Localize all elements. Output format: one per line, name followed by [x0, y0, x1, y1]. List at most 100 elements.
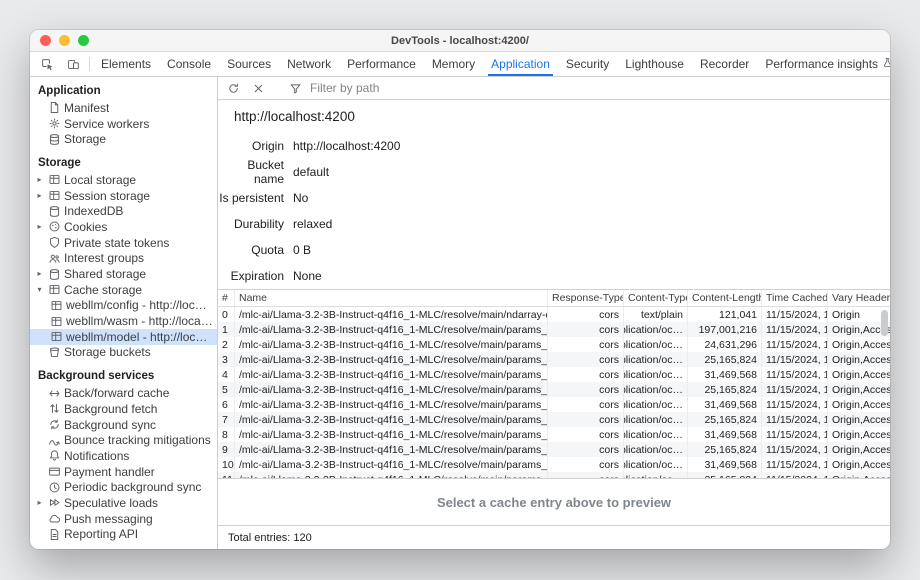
- sidebar-item-bounce-tracking-mitigations[interactable]: Bounce tracking mitigations: [30, 432, 217, 448]
- devtools-window: DevTools - localhost:4200/ Elements Cons…: [30, 30, 890, 549]
- sidebar-item-periodic-background-sync[interactable]: Periodic background sync: [30, 479, 217, 495]
- sidebar-item-reporting-api[interactable]: Reporting API: [30, 527, 217, 543]
- clear-icon[interactable]: [248, 82, 268, 95]
- section-title-background-services: Background services: [30, 365, 217, 385]
- cell-time-cached: 11/15/2024, 10…: [762, 457, 828, 472]
- people-icon: [47, 251, 61, 265]
- cache-entry-row[interactable]: 1 /mlc-ai/Llama-3.2-3B-Instruct-q4f16_1-…: [218, 322, 890, 337]
- column-header-response-type[interactable]: Response-Type: [548, 290, 624, 306]
- filter-funnel-icon: [285, 82, 305, 95]
- device-toolbar-icon[interactable]: [60, 52, 86, 76]
- filter-by-path-input[interactable]: [310, 81, 530, 95]
- tab-performance-insights[interactable]: Performance insights: [757, 52, 890, 76]
- tab-security[interactable]: Security: [558, 52, 617, 76]
- vertical-scrollbar[interactable]: [880, 308, 889, 477]
- chevron-right-icon[interactable]: [35, 499, 44, 507]
- tab-elements[interactable]: Elements: [93, 52, 159, 76]
- sidebar-item-cache-webllm-wasm[interactable]: webllm/wasm - http://loca…: [30, 313, 217, 329]
- tab-application[interactable]: Application: [483, 52, 558, 76]
- tab-recorder[interactable]: Recorder: [692, 52, 757, 76]
- cell-content-type: application/oc…: [624, 472, 688, 478]
- cache-entry-row[interactable]: 10 /mlc-ai/Llama-3.2-3B-Instruct-q4f16_1…: [218, 457, 890, 472]
- sidebar-item-payment-handler[interactable]: Payment handler: [30, 464, 217, 480]
- column-header-time-cached[interactable]: Time Cached: [762, 290, 828, 306]
- cell-index: 2: [218, 337, 235, 352]
- tab-console[interactable]: Console: [159, 52, 219, 76]
- sidebar-item-cookies[interactable]: Cookies: [30, 219, 217, 235]
- zoom-window-button[interactable]: [78, 35, 89, 46]
- cache-entry-row[interactable]: 7 /mlc-ai/Llama-3.2-3B-Instruct-q4f16_1-…: [218, 412, 890, 427]
- column-header-content-length[interactable]: Content-Length: [688, 290, 762, 306]
- cache-toolbar: [218, 77, 890, 100]
- cell-content-length: 24,631,296: [688, 337, 762, 352]
- column-header-vary-header[interactable]: Vary Header: [828, 290, 890, 306]
- detail-row-expiration: Expiration None: [218, 263, 890, 289]
- column-header-content-type[interactable]: Content-Type: [624, 290, 688, 306]
- sidebar-item-local-storage[interactable]: Local storage: [30, 172, 217, 188]
- sidebar-item-background-fetch[interactable]: Background fetch: [30, 401, 217, 417]
- sidebar-item-background-sync[interactable]: Background sync: [30, 417, 217, 433]
- sidebar-item-manifest[interactable]: Manifest: [30, 100, 217, 116]
- tab-lighthouse[interactable]: Lighthouse: [617, 52, 692, 76]
- sidebar-item-storage-buckets[interactable]: Storage buckets: [30, 345, 217, 361]
- cache-entry-row[interactable]: 3 /mlc-ai/Llama-3.2-3B-Instruct-q4f16_1-…: [218, 352, 890, 367]
- cell-time-cached: 11/15/2024, 10…: [762, 352, 828, 367]
- cache-entry-row[interactable]: 5 /mlc-ai/Llama-3.2-3B-Instruct-q4f16_1-…: [218, 382, 890, 397]
- sidebar-item-back-forward-cache[interactable]: Back/forward cache: [30, 385, 217, 401]
- bounce-arrow-icon: [47, 433, 61, 447]
- devtools-tabbar: Elements Console Sources Network Perform…: [30, 52, 890, 77]
- sidebar-item-cache-webllm-model[interactable]: webllm/model - http://loc…: [30, 329, 217, 345]
- cell-name: /mlc-ai/Llama-3.2-3B-Instruct-q4f16_1-ML…: [235, 307, 548, 322]
- cache-entry-row[interactable]: 11 /mlc-ai/Llama-3.2-3B-Instruct-q4f16_1…: [218, 472, 890, 478]
- sidebar-item-cache-webllm-config[interactable]: webllm/config - http://loc…: [30, 298, 217, 314]
- cell-content-type: application/oc…: [624, 397, 688, 412]
- inspect-element-icon[interactable]: [34, 52, 60, 76]
- cache-entry-row[interactable]: 0 /mlc-ai/Llama-3.2-3B-Instruct-q4f16_1-…: [218, 307, 890, 322]
- scrollbar-thumb[interactable]: [881, 310, 888, 336]
- section-title-application: Application: [30, 80, 217, 100]
- tab-memory[interactable]: Memory: [424, 52, 483, 76]
- cell-content-type: application/oc…: [624, 427, 688, 442]
- chevron-right-icon[interactable]: [35, 223, 44, 231]
- sidebar-item-shared-storage[interactable]: Shared storage: [30, 266, 217, 282]
- sidebar-item-cache-storage[interactable]: Cache storage: [30, 282, 217, 298]
- cache-storage-panel: http://localhost:4200 Origin http://loca…: [218, 77, 890, 549]
- cache-entry-row[interactable]: 6 /mlc-ai/Llama-3.2-3B-Instruct-q4f16_1-…: [218, 397, 890, 412]
- chevron-down-icon[interactable]: [35, 286, 44, 294]
- cell-content-type: text/plain: [624, 307, 688, 322]
- sidebar-item-interest-groups[interactable]: Interest groups: [30, 251, 217, 267]
- chevron-right-icon[interactable]: [35, 270, 44, 278]
- sidebar-item-indexeddb[interactable]: IndexedDB: [30, 203, 217, 219]
- tab-network[interactable]: Network: [279, 52, 339, 76]
- column-header-index[interactable]: #: [218, 290, 235, 306]
- tab-performance[interactable]: Performance: [339, 52, 424, 76]
- sidebar-item-push-messaging[interactable]: Push messaging: [30, 511, 217, 527]
- cell-time-cached: 11/15/2024, 10…: [762, 472, 828, 478]
- cache-entry-row[interactable]: 9 /mlc-ai/Llama-3.2-3B-Instruct-q4f16_1-…: [218, 442, 890, 457]
- refresh-icon[interactable]: [223, 82, 243, 95]
- section-storage: Storage Local storage Session storage In…: [30, 152, 217, 360]
- cell-content-length: 25,165,824: [688, 412, 762, 427]
- sidebar-item-storage[interactable]: Storage: [30, 131, 217, 147]
- table-icon: [47, 283, 61, 297]
- sidebar-item-service-workers[interactable]: Service workers: [30, 116, 217, 132]
- sidebar-item-notifications[interactable]: Notifications: [30, 448, 217, 464]
- chevron-right-icon[interactable]: [35, 192, 44, 200]
- detail-row-durability: Durability relaxed: [218, 211, 890, 237]
- tab-sources[interactable]: Sources: [219, 52, 279, 76]
- sidebar-item-speculative-loads[interactable]: Speculative loads: [30, 495, 217, 511]
- cell-index: 1: [218, 322, 235, 337]
- window-title: DevTools - localhost:4200/: [391, 35, 529, 47]
- total-entries-label: Total entries: 120: [228, 532, 312, 544]
- sidebar-item-private-state-tokens[interactable]: Private state tokens: [30, 235, 217, 251]
- cache-entry-row[interactable]: 4 /mlc-ai/Llama-3.2-3B-Instruct-q4f16_1-…: [218, 367, 890, 382]
- chevron-right-icon[interactable]: [35, 176, 44, 184]
- cell-content-length: 31,469,568: [688, 457, 762, 472]
- table-icon: [47, 173, 61, 187]
- close-window-button[interactable]: [40, 35, 51, 46]
- minimize-window-button[interactable]: [59, 35, 70, 46]
- cache-entry-row[interactable]: 8 /mlc-ai/Llama-3.2-3B-Instruct-q4f16_1-…: [218, 427, 890, 442]
- sidebar-item-session-storage[interactable]: Session storage: [30, 188, 217, 204]
- cache-entry-row[interactable]: 2 /mlc-ai/Llama-3.2-3B-Instruct-q4f16_1-…: [218, 337, 890, 352]
- column-header-name[interactable]: Name: [235, 290, 548, 306]
